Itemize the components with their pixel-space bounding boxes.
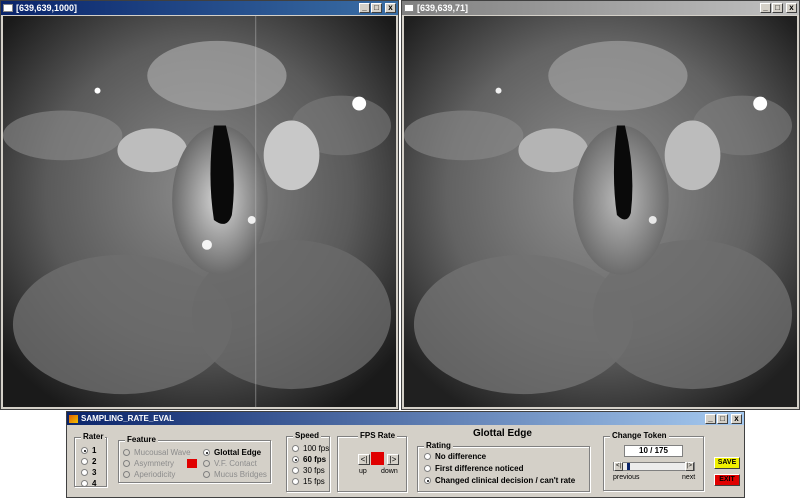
- speed-option-100fps[interactable]: 100 fps: [292, 444, 329, 453]
- rater-group-title: Rater: [81, 432, 106, 441]
- minimize-button[interactable]: _: [760, 3, 771, 13]
- feature-option-label: Glottal Edge: [214, 448, 262, 457]
- feature-option-aperiodicity[interactable]: Aperiodicity: [123, 470, 175, 479]
- feature-option-glottal-edge[interactable]: Glottal Edge: [203, 448, 261, 457]
- rater-option-label: 1: [92, 446, 97, 455]
- radio-button[interactable]: [123, 460, 130, 467]
- fps-down-label: down: [381, 468, 398, 475]
- rating-group-title: Rating: [424, 441, 453, 450]
- rating-option-no-difference[interactable]: No difference: [424, 452, 486, 461]
- rater-option-label: 2: [92, 457, 97, 466]
- minimize-button[interactable]: _: [359, 3, 370, 13]
- radio-button[interactable]: [203, 460, 210, 467]
- close-button[interactable]: x: [786, 3, 797, 13]
- change-token-group-title: Change Token: [610, 431, 669, 440]
- feature-option-label: Mucousal Wave: [134, 448, 191, 457]
- maximize-button[interactable]: □: [371, 3, 382, 13]
- rater-option-4[interactable]: 4: [81, 479, 96, 488]
- sampling-rate-eval-panel: SAMPLING_RATE_EVAL _ □ x Rater 1 2 3 4 F…: [66, 411, 745, 498]
- fps-rate-group-title: FPS Rate: [358, 431, 398, 440]
- fps-rate-indicator: [371, 452, 384, 465]
- left-window-titlebar[interactable]: [639,639,1000] _ □ x: [1, 1, 398, 15]
- fps-rate-up-arrow-button[interactable]: |>: [387, 454, 399, 465]
- radio-button[interactable]: [292, 478, 299, 485]
- panel-title: SAMPLING_RATE_EVAL: [81, 414, 175, 423]
- feature-group-title: Feature: [125, 435, 158, 444]
- speed-group-title: Speed: [293, 431, 322, 440]
- window-icon: [404, 4, 414, 12]
- speed-option-15fps[interactable]: 15 fps: [292, 477, 325, 486]
- close-button[interactable]: x: [385, 3, 396, 13]
- close-button[interactable]: x: [731, 413, 742, 424]
- slider-right-arrow-button[interactable]: |>: [685, 462, 694, 471]
- radio-button[interactable]: [203, 449, 210, 456]
- feature-indicator: [187, 459, 197, 468]
- previous-label: previous: [613, 474, 640, 481]
- feature-option-asymmetry[interactable]: Asymmetry: [123, 459, 174, 468]
- rating-option-changed-clinical-decision[interactable]: Changed clinical decision / can't rate: [424, 476, 575, 485]
- feature-option-label: Mucus Bridges: [214, 470, 267, 479]
- speed-option-60fps[interactable]: 60 fps: [292, 455, 326, 464]
- save-button[interactable]: SAVE: [714, 457, 740, 469]
- radio-button[interactable]: [424, 477, 431, 484]
- radio-button[interactable]: [292, 467, 299, 474]
- rating-option-label: Changed clinical decision / can't rate: [435, 476, 576, 485]
- maximize-button[interactable]: □: [717, 413, 728, 424]
- radio-button[interactable]: [81, 469, 88, 476]
- speed-option-label: 30 fps: [303, 466, 325, 475]
- feature-option-vf-contact[interactable]: V.F. Contact: [203, 459, 257, 468]
- feature-option-mucus-bridges[interactable]: Mucus Bridges: [203, 470, 267, 479]
- matlab-icon: [69, 414, 78, 423]
- rater-option-label: 3: [92, 468, 97, 477]
- radio-button[interactable]: [81, 447, 88, 454]
- speed-option-label: 15 fps: [303, 477, 325, 486]
- radio-button[interactable]: [81, 458, 88, 465]
- feature-option-label: V.F. Contact: [214, 459, 257, 468]
- radio-button[interactable]: [123, 471, 130, 478]
- feature-option-label: Asymmetry: [134, 459, 174, 468]
- current-feature-heading: Glottal Edge: [473, 428, 532, 439]
- radio-button[interactable]: [81, 480, 88, 487]
- rater-option-1[interactable]: 1: [81, 446, 96, 455]
- radio-button[interactable]: [424, 465, 431, 472]
- minimize-button[interactable]: _: [705, 413, 716, 424]
- radio-button[interactable]: [292, 456, 299, 463]
- laryngoscope-image-right: [404, 16, 797, 407]
- fps-rate-down-arrow-button[interactable]: <|: [358, 454, 370, 465]
- token-slider[interactable]: <| |>: [613, 462, 695, 471]
- rating-option-label: First difference noticed: [435, 464, 524, 473]
- feature-option-label: Aperiodicity: [134, 470, 176, 479]
- exit-button[interactable]: EXIT: [714, 474, 740, 486]
- slider-left-arrow-button[interactable]: <|: [614, 462, 623, 471]
- radio-button[interactable]: [203, 471, 210, 478]
- left-window-title: [639,639,1000]: [16, 3, 78, 13]
- fps-up-label: up: [359, 468, 367, 475]
- panel-titlebar[interactable]: SAMPLING_RATE_EVAL _ □ x: [67, 412, 744, 425]
- feature-option-mucousal-wave[interactable]: Mucousal Wave: [123, 448, 191, 457]
- speed-option-label: 60 fps: [303, 455, 327, 464]
- rater-option-3[interactable]: 3: [81, 468, 96, 477]
- radio-button[interactable]: [292, 445, 299, 452]
- rating-option-first-difference[interactable]: First difference noticed: [424, 464, 523, 473]
- left-image-window: [639,639,1000] _ □ x: [0, 0, 399, 410]
- speed-option-30fps[interactable]: 30 fps: [292, 466, 325, 475]
- rater-option-2[interactable]: 2: [81, 457, 96, 466]
- rating-option-label: No difference: [435, 452, 487, 461]
- token-counter-display: 10 / 175: [624, 445, 683, 457]
- laryngoscope-image-left: [3, 16, 396, 407]
- speed-option-label: 100 fps: [303, 444, 330, 453]
- slider-thumb[interactable]: [627, 463, 630, 470]
- maximize-button[interactable]: □: [772, 3, 783, 13]
- right-image-window: [639,639,71] _ □ x: [401, 0, 800, 410]
- rater-option-label: 4: [92, 479, 97, 488]
- right-window-title: [639,639,71]: [417, 3, 469, 13]
- radio-button[interactable]: [123, 449, 130, 456]
- next-label: next: [682, 474, 696, 481]
- window-icon: [3, 4, 13, 12]
- right-window-titlebar[interactable]: [639,639,71] _ □ x: [402, 1, 799, 15]
- radio-button[interactable]: [424, 453, 431, 460]
